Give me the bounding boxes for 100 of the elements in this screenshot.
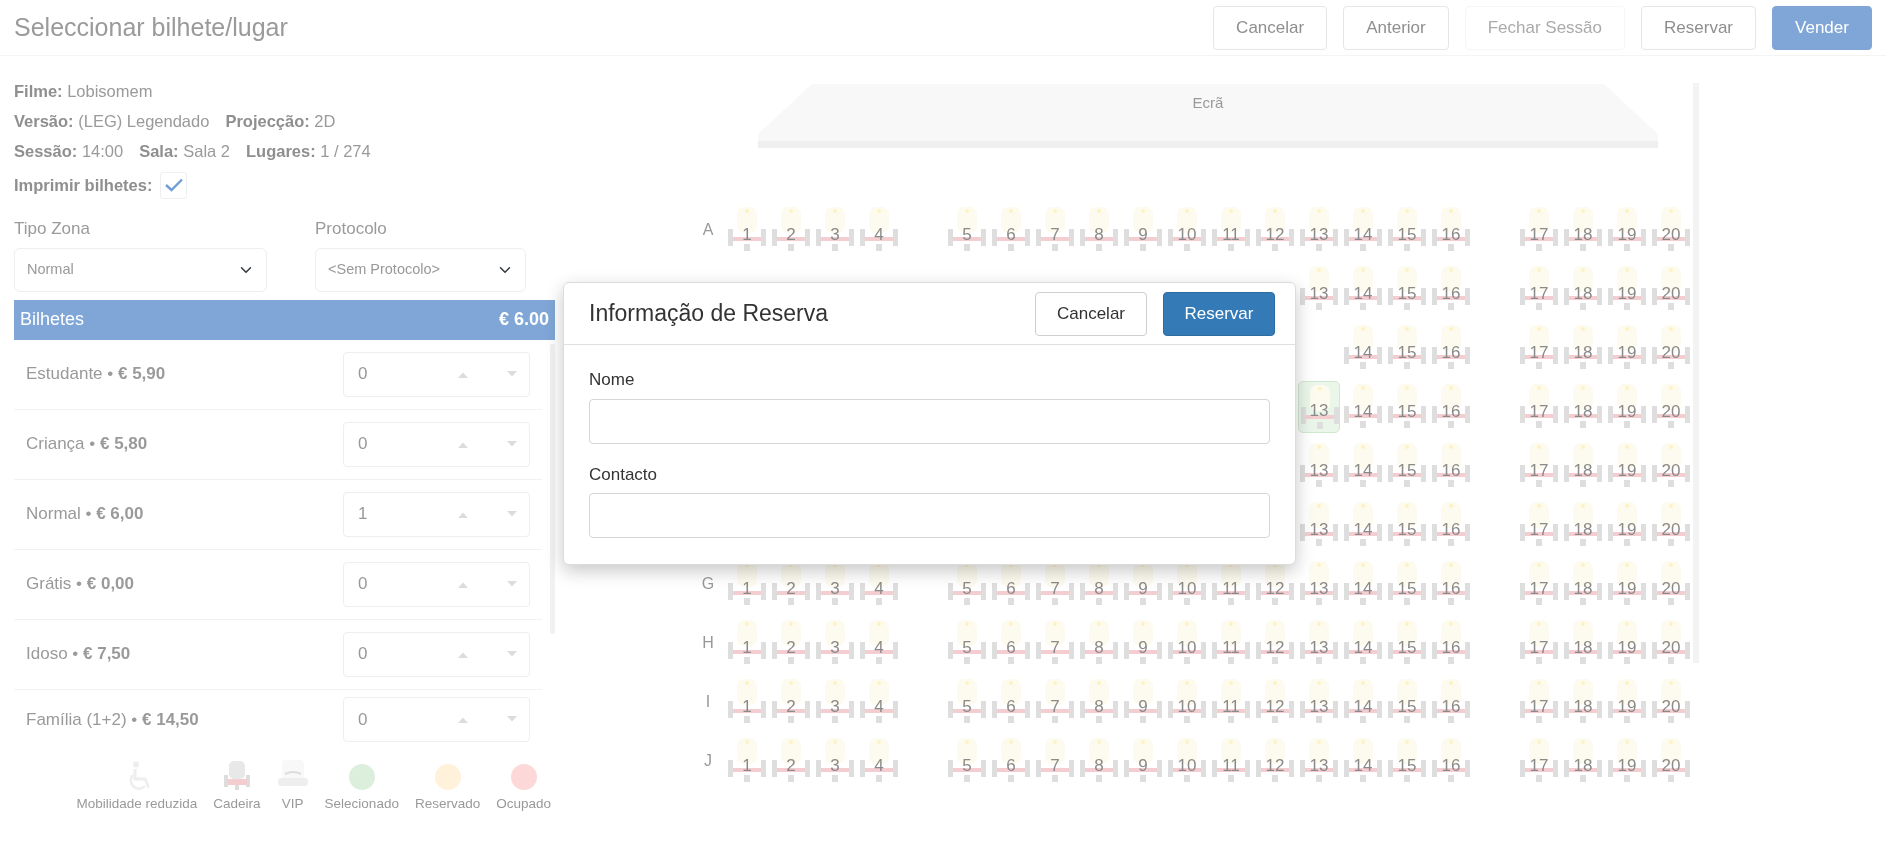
seat[interactable]: 7 bbox=[1034, 203, 1076, 256]
seat[interactable]: 13 bbox=[1298, 616, 1340, 669]
seat[interactable]: 4 bbox=[858, 203, 900, 256]
seat[interactable]: 3 bbox=[814, 203, 856, 256]
seat[interactable]: 15 bbox=[1386, 675, 1428, 728]
seat[interactable]: 20 bbox=[1650, 557, 1692, 610]
seat[interactable]: 10 bbox=[1166, 734, 1208, 787]
seat[interactable]: 13 bbox=[1298, 498, 1340, 551]
seat[interactable]: 14 bbox=[1342, 557, 1384, 610]
caret-up-icon[interactable] bbox=[456, 370, 469, 378]
caret-down-icon[interactable] bbox=[506, 370, 519, 378]
seat[interactable]: 5 bbox=[946, 616, 988, 669]
seat[interactable]: 9 bbox=[1122, 734, 1164, 787]
quantity-spinner[interactable]: 0 bbox=[343, 351, 530, 397]
seat[interactable]: 13 bbox=[1298, 203, 1340, 256]
seat[interactable]: 20 bbox=[1650, 203, 1692, 256]
caret-down-icon[interactable] bbox=[506, 440, 519, 448]
seat[interactable]: 16 bbox=[1430, 321, 1472, 374]
seat[interactable]: 16 bbox=[1430, 557, 1472, 610]
seat[interactable]: 16 bbox=[1430, 262, 1472, 315]
seat[interactable]: 20 bbox=[1650, 498, 1692, 551]
seat[interactable]: 1 bbox=[726, 734, 768, 787]
quantity-spinner[interactable]: 0 bbox=[343, 561, 530, 607]
seat[interactable]: 5 bbox=[946, 734, 988, 787]
seat[interactable]: 15 bbox=[1386, 321, 1428, 374]
toolbar-button[interactable]: Anterior bbox=[1343, 5, 1449, 50]
seat[interactable]: 20 bbox=[1650, 734, 1692, 787]
seat[interactable]: 2 bbox=[770, 734, 812, 787]
seat[interactable]: 20 bbox=[1650, 675, 1692, 728]
quantity-field[interactable]: 0 bbox=[356, 570, 446, 598]
seat[interactable]: 19 bbox=[1606, 262, 1648, 315]
seat[interactable]: 19 bbox=[1606, 616, 1648, 669]
seat[interactable]: 14 bbox=[1342, 675, 1384, 728]
seat[interactable]: 15 bbox=[1386, 262, 1428, 315]
seat[interactable]: 5 bbox=[946, 203, 988, 256]
seat[interactable]: 17 bbox=[1518, 675, 1560, 728]
protocol-select[interactable]: <Sem Protocolo> bbox=[315, 247, 526, 292]
seat[interactable]: 14 bbox=[1342, 380, 1384, 433]
seat[interactable]: 20 bbox=[1650, 616, 1692, 669]
seat[interactable]: 16 bbox=[1430, 675, 1472, 728]
seat[interactable]: 17 bbox=[1518, 734, 1560, 787]
seat[interactable]: 12 bbox=[1254, 675, 1296, 728]
seat[interactable]: 10 bbox=[1166, 616, 1208, 669]
seat[interactable]: 16 bbox=[1430, 380, 1472, 433]
seat[interactable]: 17 bbox=[1518, 498, 1560, 551]
seat[interactable]: 10 bbox=[1166, 675, 1208, 728]
seat[interactable]: 18 bbox=[1562, 321, 1604, 374]
contact-field[interactable] bbox=[589, 493, 1270, 538]
seat[interactable]: 14 bbox=[1342, 439, 1384, 492]
seat[interactable]: 18 bbox=[1562, 203, 1604, 256]
quantity-field[interactable]: 1 bbox=[356, 500, 446, 528]
seat[interactable]: 13 bbox=[1298, 557, 1340, 610]
seat[interactable]: 4 bbox=[858, 675, 900, 728]
seat[interactable]: 16 bbox=[1430, 439, 1472, 492]
seat[interactable]: 18 bbox=[1562, 616, 1604, 669]
seat[interactable]: 15 bbox=[1386, 616, 1428, 669]
caret-up-icon[interactable] bbox=[456, 650, 469, 658]
seat[interactable]: 8 bbox=[1078, 734, 1120, 787]
seat[interactable]: 6 bbox=[990, 734, 1032, 787]
quantity-field[interactable]: 0 bbox=[356, 705, 446, 734]
seat[interactable]: 9 bbox=[1122, 675, 1164, 728]
seat[interactable]: 8 bbox=[1078, 675, 1120, 728]
seat[interactable]: 14 bbox=[1342, 321, 1384, 374]
quantity-spinner[interactable]: 0 bbox=[343, 697, 530, 742]
seat[interactable]: 20 bbox=[1650, 321, 1692, 374]
seat[interactable]: 13 bbox=[1298, 262, 1340, 315]
seat[interactable]: 2 bbox=[770, 616, 812, 669]
seat[interactable]: 20 bbox=[1650, 439, 1692, 492]
seat[interactable]: 19 bbox=[1606, 734, 1648, 787]
seat[interactable]: 17 bbox=[1518, 380, 1560, 433]
seat[interactable]: 15 bbox=[1386, 439, 1428, 492]
seat[interactable]: 19 bbox=[1606, 439, 1648, 492]
seat[interactable]: 17 bbox=[1518, 557, 1560, 610]
seat[interactable]: 2 bbox=[770, 675, 812, 728]
seat[interactable]: 4 bbox=[858, 616, 900, 669]
caret-up-icon[interactable] bbox=[456, 716, 469, 723]
seat[interactable]: 20 bbox=[1650, 262, 1692, 315]
seat[interactable]: 3 bbox=[814, 734, 856, 787]
seat[interactable]: 18 bbox=[1562, 734, 1604, 787]
seat[interactable]: 7 bbox=[1034, 734, 1076, 787]
seat[interactable]: 13 bbox=[1298, 734, 1340, 787]
caret-down-icon[interactable] bbox=[506, 650, 519, 658]
seat[interactable]: 5 bbox=[946, 675, 988, 728]
seat[interactable]: 18 bbox=[1562, 557, 1604, 610]
quantity-field[interactable]: 0 bbox=[356, 640, 446, 668]
seat[interactable]: 19 bbox=[1606, 675, 1648, 728]
toolbar-button[interactable]: Reservar bbox=[1641, 5, 1756, 50]
seat[interactable]: 14 bbox=[1342, 203, 1384, 256]
seat[interactable]: 6 bbox=[990, 675, 1032, 728]
seat[interactable]: 17 bbox=[1518, 262, 1560, 315]
seat[interactable]: 1 bbox=[726, 616, 768, 669]
sell-button[interactable]: Vender bbox=[1772, 5, 1872, 50]
seat[interactable]: 12 bbox=[1254, 203, 1296, 256]
caret-up-icon[interactable] bbox=[456, 580, 469, 588]
caret-up-icon[interactable] bbox=[456, 440, 469, 448]
seat[interactable]: 15 bbox=[1386, 734, 1428, 787]
seat[interactable]: 3 bbox=[814, 675, 856, 728]
print-checkbox[interactable] bbox=[160, 171, 188, 199]
seat[interactable]: 12 bbox=[1254, 616, 1296, 669]
seat[interactable]: 19 bbox=[1606, 380, 1648, 433]
